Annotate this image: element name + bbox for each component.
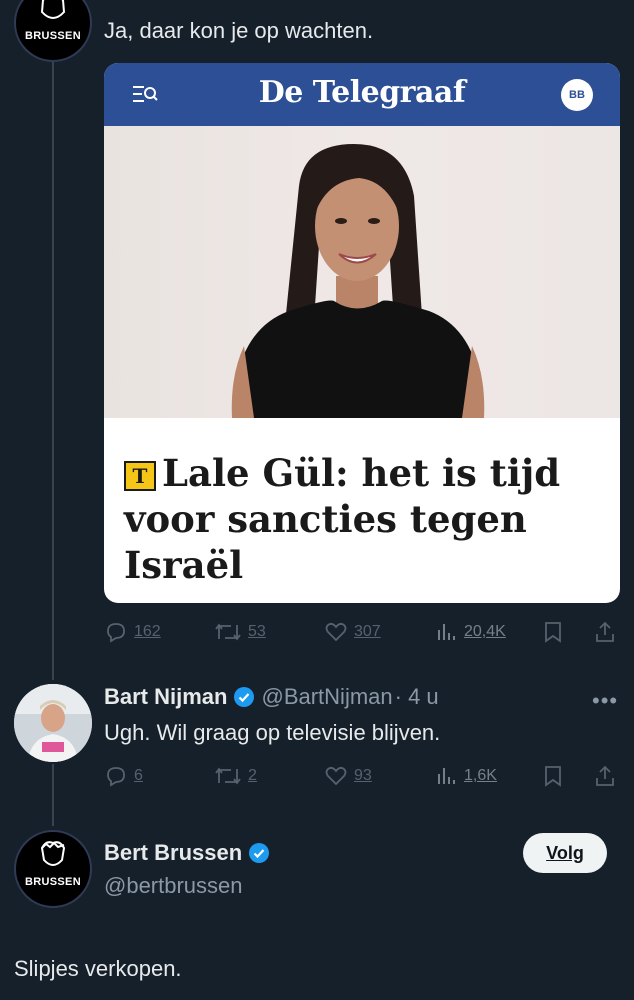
tweet-3-handle-row: @bertbrussen [104,873,243,899]
article-photo [104,126,620,418]
like-action[interactable]: 93 [324,764,372,788]
views-count: 20,4K [464,623,506,640]
views-count: 1,6K [464,767,497,784]
more-options-icon[interactable]: ••• [592,688,618,714]
avatar-label: BRUSSEN [25,876,81,888]
link-preview-card[interactable]: De Telegraaf BB T Lale Gül: het is tijd v… [104,63,620,603]
retweet-action[interactable]: 53 [214,620,266,644]
article-headline: T Lale Gül: het is tijd voor sancties teg… [124,450,600,588]
share-icon[interactable] [594,620,616,644]
like-count: 307 [354,623,381,640]
heart-icon [325,766,347,786]
reply-count: 6 [134,767,143,784]
bart-photo [14,684,92,762]
author-handle[interactable]: @bertbrussen [104,873,243,899]
author-handle[interactable]: @BartNijman [261,684,392,710]
tweet-2-header: Bart Nijman @BartNijman · 4 u [104,684,439,710]
follow-button[interactable]: Volg [523,833,607,873]
user-badge: BB [561,79,593,111]
heart-icon [325,622,347,642]
portrait-illustration [231,144,485,418]
like-count: 93 [354,767,372,784]
reply-action[interactable]: 162 [104,620,161,644]
verified-badge-icon [249,843,270,863]
views-action[interactable]: 1,6K [434,764,497,788]
tweet-3-header: Bert Brussen [104,840,276,866]
actions-row-1: 162 53 307 20,4K [104,617,620,647]
share-icon[interactable] [594,764,616,788]
face-icon [40,0,66,19]
card-header: De Telegraaf BB [104,63,620,126]
views-icon [438,624,455,640]
telegraaf-t-icon: T [124,461,156,491]
headline-wrap: T Lale Gül: het is tijd voor sancties teg… [104,418,620,588]
author-name[interactable]: Bart Nijman [104,684,227,710]
retweet-count: 2 [248,767,257,784]
bookmark-icon[interactable] [542,620,564,644]
avatar-bert-brussen-top[interactable]: BRUSSEN [14,0,92,62]
thread-line-middle [52,764,54,826]
avatar-label: BRUSSEN [25,30,81,42]
like-action[interactable]: 307 [324,620,381,644]
retweet-icon [215,623,241,641]
reply-action[interactable]: 6 [104,764,143,788]
retweet-count: 53 [248,623,266,640]
avatar-bart-nijman[interactable] [14,684,92,762]
views-action[interactable]: 20,4K [434,620,506,644]
author-name[interactable]: Bert Brussen [104,840,242,866]
verified-badge-icon [234,687,255,707]
thread-line-top [52,60,54,680]
avatar-bert-brussen[interactable]: BRUSSEN [14,830,92,908]
reply-count: 162 [134,623,161,640]
bookmark-icon[interactable] [542,764,564,788]
views-icon [438,768,455,784]
reply-icon [107,767,125,787]
retweet-action[interactable]: 2 [214,764,257,788]
actions-row-2: 6 2 93 1,6K [104,761,620,791]
tweet-text-bart: Ugh. Wil graag op televisie blijven. [104,720,441,745]
reply-icon [107,623,125,643]
telegraaf-logo: De Telegraaf [258,75,466,110]
tweet-text-brussen-1: Ja, daar kon je op wachten. [104,18,374,43]
face-icon [40,841,66,866]
tweet-time: · 4 u [394,684,439,709]
retweet-icon [215,767,241,785]
headline-text: Lale Gül: het is tijd voor sancties tege… [124,451,561,587]
tweet-text-brussen-main: Slipjes verkopen. [14,956,182,981]
